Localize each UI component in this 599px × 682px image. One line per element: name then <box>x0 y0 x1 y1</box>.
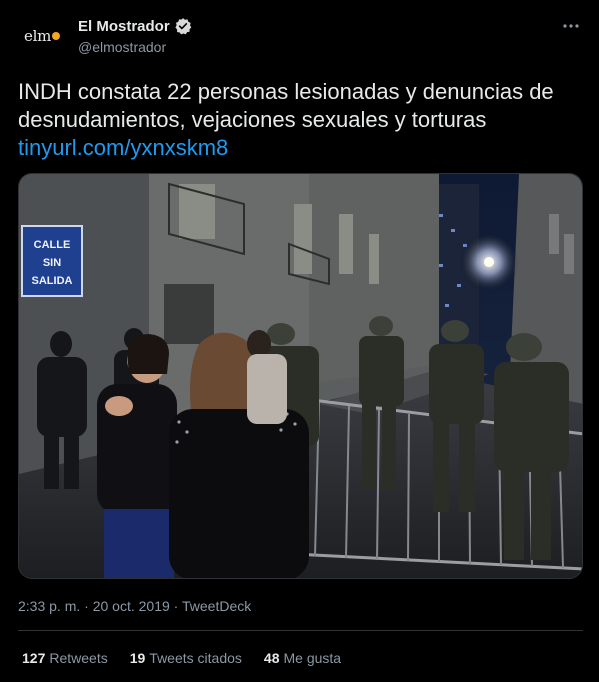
author-name-row[interactable]: El Mostrador <box>78 17 192 35</box>
tweet-text: INDH constata 22 personas lesionadas y d… <box>18 78 583 162</box>
more-options-icon[interactable] <box>561 16 581 36</box>
tweet-time[interactable]: 2:33 p. m. <box>18 598 80 614</box>
author-handle[interactable]: @elmostrador <box>78 39 166 55</box>
stat-likes-count: 48 <box>263 650 280 666</box>
tweet-stats: 127 Retweets 19 Tweets citados 48 Me gus… <box>22 650 363 666</box>
tweet-body: INDH constata 22 personas lesionadas y d… <box>18 79 554 132</box>
stat-retweets-label: Retweets <box>49 650 108 666</box>
stat-quotes-label: Tweets citados <box>149 650 242 666</box>
stat-retweets[interactable]: 127 Retweets <box>22 650 108 666</box>
street-sign-line-3: SALIDA <box>32 275 73 287</box>
stat-retweets-count: 127 <box>22 650 46 666</box>
meta-separator: · <box>84 598 89 614</box>
stat-quotes-count: 19 <box>129 650 146 666</box>
avatar-logo: elm <box>24 27 60 45</box>
photo-scene: CALLE SIN SALIDA <box>19 174 582 578</box>
street-sign-line-1: CALLE <box>34 239 71 251</box>
author-display-name[interactable]: El Mostrador <box>78 18 170 35</box>
tweet-photo[interactable]: CALLE SIN SALIDA <box>18 173 583 579</box>
divider-top <box>18 630 583 631</box>
tweet-link[interactable]: tinyurl.com/yxnxskm8 <box>18 134 583 162</box>
avatar[interactable]: elm <box>18 12 66 60</box>
street-sign: CALLE SIN SALIDA <box>21 225 83 297</box>
street-sign-line-2: SIN <box>43 257 61 269</box>
verified-badge-icon <box>175 18 192 35</box>
stat-likes[interactable]: 48 Me gusta <box>264 650 341 666</box>
stat-likes-label: Me gusta <box>283 650 342 666</box>
tweet-source[interactable]: TweetDeck <box>182 598 251 614</box>
stat-quotes[interactable]: 19 Tweets citados <box>130 650 242 666</box>
meta-separator-2: · <box>173 598 179 614</box>
tweet-date[interactable]: 20 oct. 2019 <box>93 598 170 614</box>
tweet-card: elm El Mostrador @elmostrador INDH const… <box>0 0 599 682</box>
tweet-meta: 2:33 p. m. · 20 oct. 2019 · TweetDeck <box>18 598 251 614</box>
